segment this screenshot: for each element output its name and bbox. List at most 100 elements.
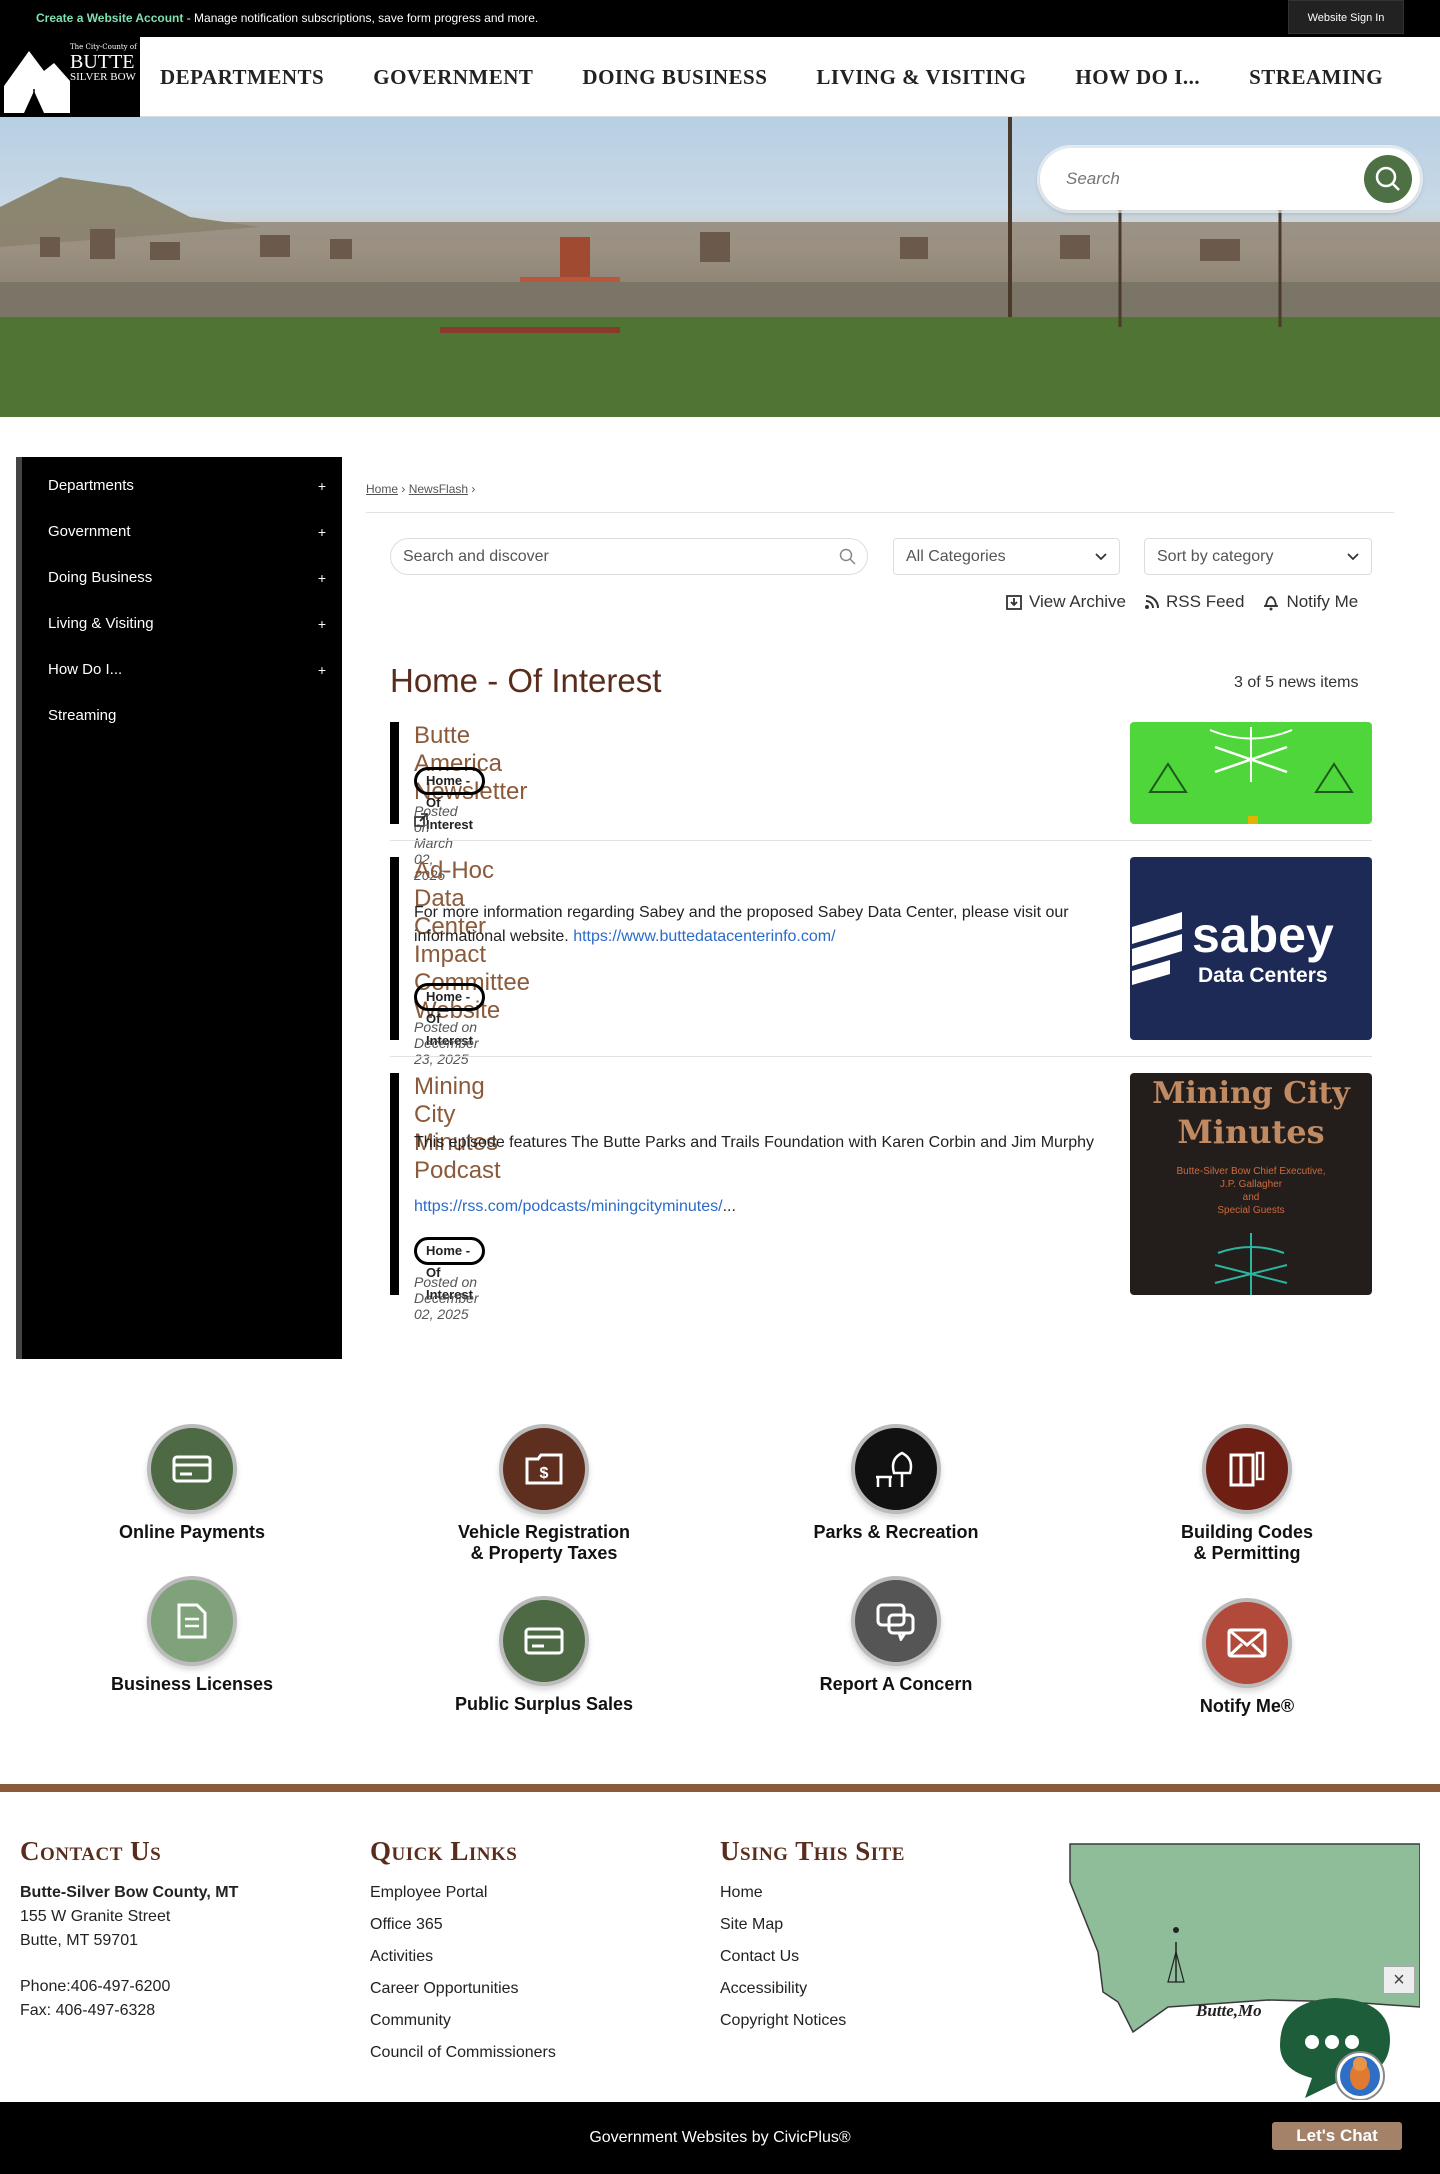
expand-icon[interactable]: + xyxy=(318,603,326,645)
view-archive-label: View Archive xyxy=(1029,592,1127,611)
category-tag[interactable]: Home - Of Interest xyxy=(414,1237,485,1302)
sidebar-item-doing-business[interactable]: Doing Business + xyxy=(22,557,342,603)
quicklink-label: Building Codes & Permitting xyxy=(1087,1522,1407,1564)
document-icon xyxy=(177,1603,207,1639)
search-button[interactable] xyxy=(1364,155,1412,203)
bell-icon xyxy=(1264,596,1279,611)
breadcrumb-separator: › xyxy=(471,482,476,496)
quicklink-parks-recreation[interactable]: Parks & Recreation xyxy=(736,1424,1056,1543)
quicklink-report-concern[interactable]: Report A Concern xyxy=(736,1576,1056,1695)
footer-heading: Quick Links xyxy=(370,1836,518,1866)
podcast-cover-image: Mining City Minutes Butte-Silver Bow Chi… xyxy=(1152,1076,1351,1295)
quicklink-circle xyxy=(1202,1424,1292,1514)
news-search-field[interactable]: Search and discover xyxy=(390,538,868,575)
footer-link[interactable]: Office 365 xyxy=(370,1909,556,1941)
quicklink-vehicle-registration[interactable]: $ Vehicle Registration & Property Taxes xyxy=(384,1424,704,1564)
arrows-emblem-image xyxy=(1148,727,1354,824)
quicklink-business-licenses[interactable]: Business Licenses xyxy=(32,1576,352,1695)
footer-link[interactable]: Copyright Notices xyxy=(720,2005,905,2037)
footer-heading: Using This Site xyxy=(720,1836,905,1866)
cover-title-1: Mining City xyxy=(1152,1076,1351,1111)
page-title: Home - Of Interest xyxy=(390,662,662,699)
map-label: Butte,Mo xyxy=(1195,2001,1262,2020)
podcast-thumbnail[interactable]: Mining City Minutes Butte-Silver Bow Chi… xyxy=(1130,1073,1372,1295)
archive-icon xyxy=(1006,595,1022,610)
expand-icon[interactable]: + xyxy=(318,557,326,599)
sidebar-item-living-visiting[interactable]: Living & Visiting + xyxy=(22,603,342,649)
category-select[interactable]: All Categories xyxy=(893,538,1120,575)
credit-card-icon xyxy=(524,1627,564,1655)
account-message: Create a Website Account - Manage notifi… xyxy=(36,11,538,25)
footer-credit[interactable]: Government Websites by CivicPlus® xyxy=(589,2129,850,2146)
site-search xyxy=(1040,148,1420,210)
footer-link[interactable]: Accessibility xyxy=(720,1973,905,2005)
rss-feed-link[interactable]: RSS Feed xyxy=(1144,592,1244,612)
chat-button[interactable]: Let's Chat xyxy=(1272,2122,1402,2150)
quicklink-public-surplus[interactable]: Public Surplus Sales xyxy=(384,1596,704,1715)
footer-link[interactable]: Career Opportunities xyxy=(370,1973,556,2005)
footer-credit-bar: Government Websites by CivicPlus® xyxy=(0,2102,1440,2174)
site-search-input[interactable] xyxy=(1066,164,1346,194)
nav-departments[interactable]: DEPARTMENTS xyxy=(160,65,324,90)
sort-select[interactable]: Sort by category xyxy=(1144,538,1372,575)
footer-link[interactable]: Home xyxy=(720,1877,905,1909)
credit-card-icon xyxy=(172,1455,212,1483)
sign-in-button[interactable]: Website Sign In xyxy=(1288,0,1404,34)
category-tag[interactable]: Home - Of Interest xyxy=(414,983,485,1048)
book-icon xyxy=(1229,1451,1265,1487)
breadcrumb-home[interactable]: Home xyxy=(366,482,398,496)
rss-feed-label: RSS Feed xyxy=(1166,592,1245,611)
nav-how-do-i[interactable]: HOW DO I... xyxy=(1075,65,1200,90)
news-title[interactable]: Mining City Minutes Podcast xyxy=(414,1073,501,1185)
main-navigation: The City-County of BUTTE SILVER BOW DEPA… xyxy=(0,37,1440,117)
expand-icon[interactable]: + xyxy=(318,649,326,691)
create-account-link[interactable]: Create a Website Account xyxy=(36,11,183,25)
quicklink-label: Notify Me® xyxy=(1199,1696,1295,1716)
footer-link[interactable]: Council of Commissioners xyxy=(370,2037,556,2069)
footer-link[interactable]: Site Map xyxy=(720,1909,905,1941)
chevron-down-icon xyxy=(1095,553,1107,561)
contact-phone: Phone:406-497-6200 xyxy=(20,1978,171,1995)
nav-doing-business[interactable]: DOING BUSINESS xyxy=(582,65,767,90)
footer-link[interactable]: Community xyxy=(370,2005,556,2037)
site-logo[interactable]: The City-County of BUTTE SILVER BOW xyxy=(0,37,140,117)
nav-streaming[interactable]: STREAMING xyxy=(1249,65,1383,90)
quicklink-label-line1: Building Codes xyxy=(1181,1522,1313,1542)
notify-me-link[interactable]: Notify Me xyxy=(1262,592,1358,612)
footer-link[interactable]: Activities xyxy=(370,1941,556,1973)
quicklink-online-payments[interactable]: Online Payments xyxy=(32,1424,352,1543)
category-tag[interactable]: Home - Of Interest xyxy=(414,767,485,832)
sidebar-item-label: Doing Business xyxy=(48,569,153,586)
quicklink-notify-me[interactable]: Notify Me® xyxy=(1087,1598,1407,1717)
sidebar-item-how-do-i[interactable]: How Do I... + xyxy=(22,649,342,695)
sidebar-item-label: Living & Visiting xyxy=(48,615,154,632)
news-count: 3 of 5 news items xyxy=(1234,674,1359,691)
sidebar-item-departments[interactable]: Departments + xyxy=(22,465,342,511)
nav-living-visiting[interactable]: LIVING & VISITING xyxy=(816,65,1026,90)
news-body: This episode features The Butte Parks an… xyxy=(414,1134,1095,1151)
footer-link[interactable]: Employee Portal xyxy=(370,1877,556,1909)
quicklink-circle xyxy=(499,1596,589,1686)
sabey-logo-image: sabey Data Centers xyxy=(1132,907,1334,987)
breadcrumb-newsflash[interactable]: NewsFlash xyxy=(409,482,468,496)
sidebar-item-government[interactable]: Government + xyxy=(22,511,342,557)
nav-government[interactable]: GOVERNMENT xyxy=(373,65,533,90)
expand-icon[interactable]: + xyxy=(318,465,326,507)
rss-icon xyxy=(1145,595,1160,609)
quicklink-circle xyxy=(147,1576,237,1666)
chat-bubbles-icon xyxy=(876,1603,915,1641)
sidebar-item-streaming[interactable]: Streaming xyxy=(22,695,342,741)
quicklink-building-codes[interactable]: Building Codes & Permitting xyxy=(1087,1424,1407,1564)
view-archive-link[interactable]: View Archive xyxy=(1005,592,1126,612)
website-link[interactable]: https://www.buttedatacenterinfo.com/ xyxy=(573,928,835,945)
divider xyxy=(390,1056,1372,1057)
chat-bot-icon[interactable] xyxy=(1270,1990,1400,2100)
svg-text:$: $ xyxy=(540,1465,549,1482)
podcast-link[interactable]: https://rss.com/podcasts/miningcityminut… xyxy=(414,1198,723,1215)
newsletter-thumbnail[interactable] xyxy=(1130,722,1372,824)
account-message-text: - Manage notification subscriptions, sav… xyxy=(183,11,539,25)
expand-icon[interactable]: + xyxy=(318,511,326,553)
footer-link[interactable]: Contact Us xyxy=(720,1941,905,1973)
category-select-value: All Categories xyxy=(906,548,1006,565)
sabey-thumbnail[interactable]: sabey Data Centers xyxy=(1130,857,1372,1040)
